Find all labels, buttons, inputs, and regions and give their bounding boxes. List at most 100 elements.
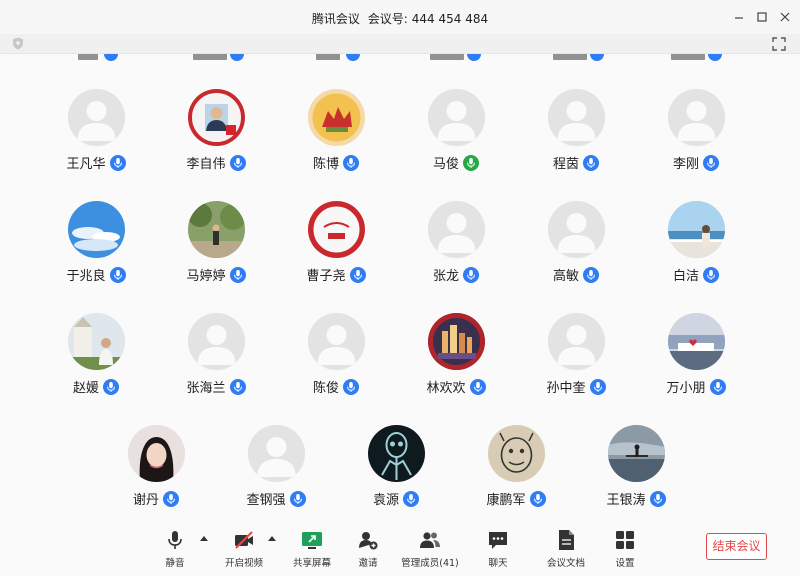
microphone-icon	[168, 531, 182, 549]
photo-avatar	[188, 89, 245, 146]
start-video-button[interactable]: 开启视频	[209, 529, 279, 569]
microphone-icon	[109, 154, 126, 171]
microphone-icon	[589, 378, 606, 395]
default-avatar	[188, 313, 245, 370]
participant-tile[interactable]: 程茵	[516, 89, 636, 189]
participant-tile[interactable]: 王银涛	[576, 425, 696, 525]
close-button[interactable]	[776, 8, 794, 26]
cut-mic-icon	[346, 54, 360, 61]
close-icon	[780, 12, 790, 22]
participant-name: 李自伟	[186, 157, 226, 172]
participant-name: 张海兰	[186, 381, 226, 396]
meeting-docs-label: 会议文档	[546, 558, 585, 569]
participant-name: 孙中奎	[546, 381, 586, 396]
settings-button[interactable]: 设置	[590, 529, 660, 569]
chat-label: 聊天	[488, 558, 508, 569]
chat-button[interactable]: 聊天	[463, 529, 533, 569]
audio-options-caret-icon[interactable]	[200, 536, 208, 541]
photo-avatar	[128, 425, 185, 482]
manage-participants-button[interactable]: 管理成员(41)	[395, 529, 465, 569]
participant-tile[interactable]: 高敏	[516, 201, 636, 301]
maximize-button[interactable]	[753, 8, 771, 26]
photo-avatar	[668, 201, 725, 258]
default-avatar	[308, 313, 365, 370]
participant-name: 王凡华	[66, 157, 106, 172]
participant-tile[interactable]: 林欢欢	[396, 313, 516, 413]
invite-button[interactable]: 邀请	[333, 529, 403, 569]
video-options-caret-icon[interactable]	[268, 536, 276, 541]
title-bar: 腾讯会议 会议号: 444 454 484	[0, 0, 800, 34]
cut-mic-icon	[104, 54, 118, 61]
settings-grid-icon	[616, 531, 634, 549]
default-avatar	[668, 89, 725, 146]
fullscreen-icon[interactable]	[772, 37, 786, 51]
minimize-icon	[735, 17, 743, 19]
participant-name: 曹子尧	[306, 269, 346, 284]
photo-avatar	[668, 313, 725, 370]
microphone-icon	[469, 378, 486, 395]
participant-tile[interactable]: 白洁	[636, 201, 756, 301]
participant-tile[interactable]: 万小朋	[636, 313, 756, 413]
default-avatar	[428, 201, 485, 258]
participant-name: 程茵	[552, 157, 579, 172]
scrolled-row-remnant	[0, 54, 800, 64]
microphone-icon	[583, 154, 599, 171]
default-avatar	[68, 89, 125, 146]
photo-avatar	[308, 201, 365, 258]
manage-participants-label: 管理成员(41)	[401, 558, 459, 569]
participant-tile[interactable]: 陈俊	[276, 313, 396, 413]
photo-avatar	[308, 89, 365, 146]
chat-icon	[489, 532, 507, 549]
mute-button[interactable]: 静音	[140, 529, 210, 569]
participant-tile[interactable]: 查钢强	[216, 425, 336, 525]
microphone-icon	[583, 266, 599, 283]
cut-label	[78, 54, 98, 60]
default-avatar	[428, 89, 485, 146]
microphone-icon	[103, 378, 119, 395]
end-meeting-button[interactable]: 结束会议	[706, 533, 767, 560]
window-title: 腾讯会议 会议号: 444 454 484	[0, 10, 800, 27]
shield-icon[interactable]	[12, 37, 24, 50]
microphone-icon	[229, 266, 246, 283]
participant-tile[interactable]: 曹子尧	[276, 201, 396, 301]
participant-tile[interactable]: 于兆良	[36, 201, 156, 301]
participant-name: 马婷婷	[186, 269, 226, 284]
microphone-icon	[109, 266, 126, 283]
participant-name: 李刚	[672, 157, 699, 172]
participant-tile[interactable]: 马婷婷	[156, 201, 276, 301]
participant-tile[interactable]: 袁源	[336, 425, 456, 525]
participant-name: 于兆良	[66, 269, 106, 284]
participant-tile[interactable]: 陈博	[276, 89, 396, 189]
participant-name: 王银涛	[606, 493, 646, 508]
participant-tile[interactable]: 赵媛	[36, 313, 156, 413]
photo-avatar	[608, 425, 665, 482]
participant-name: 谢丹	[132, 493, 159, 508]
participant-tile[interactable]: 张龙	[396, 201, 516, 301]
participant-tile[interactable]: 马俊	[396, 89, 516, 189]
participant-tile[interactable]: 谢丹	[96, 425, 216, 525]
cut-label	[430, 54, 464, 60]
participant-tile[interactable]: 康鹏军	[456, 425, 576, 525]
participant-tile[interactable]: 王凡华	[36, 89, 156, 189]
minimize-button[interactable]	[730, 8, 748, 26]
participant-name: 马俊	[432, 157, 459, 172]
microphone-icon	[163, 490, 179, 507]
microphone-icon	[229, 378, 246, 395]
participants-icon	[420, 532, 440, 548]
default-avatar	[548, 201, 605, 258]
participant-name: 查钢强	[246, 493, 286, 508]
participant-tile[interactable]: 孙中奎	[516, 313, 636, 413]
microphone-icon	[463, 266, 479, 283]
cut-mic-icon	[467, 54, 481, 61]
microphone-speaking-icon	[463, 154, 479, 171]
photo-avatar	[428, 313, 485, 370]
share-screen-label: 共享屏幕	[292, 558, 331, 569]
microphone-icon	[703, 266, 719, 283]
microphone-icon	[289, 490, 306, 507]
participant-tile[interactable]: 李刚	[636, 89, 756, 189]
microphone-icon	[403, 490, 419, 507]
participant-name: 赵媛	[72, 381, 99, 396]
participant-tile[interactable]: 张海兰	[156, 313, 276, 413]
participant-name: 康鹏军	[486, 493, 526, 508]
participant-tile[interactable]: 李自伟	[156, 89, 276, 189]
